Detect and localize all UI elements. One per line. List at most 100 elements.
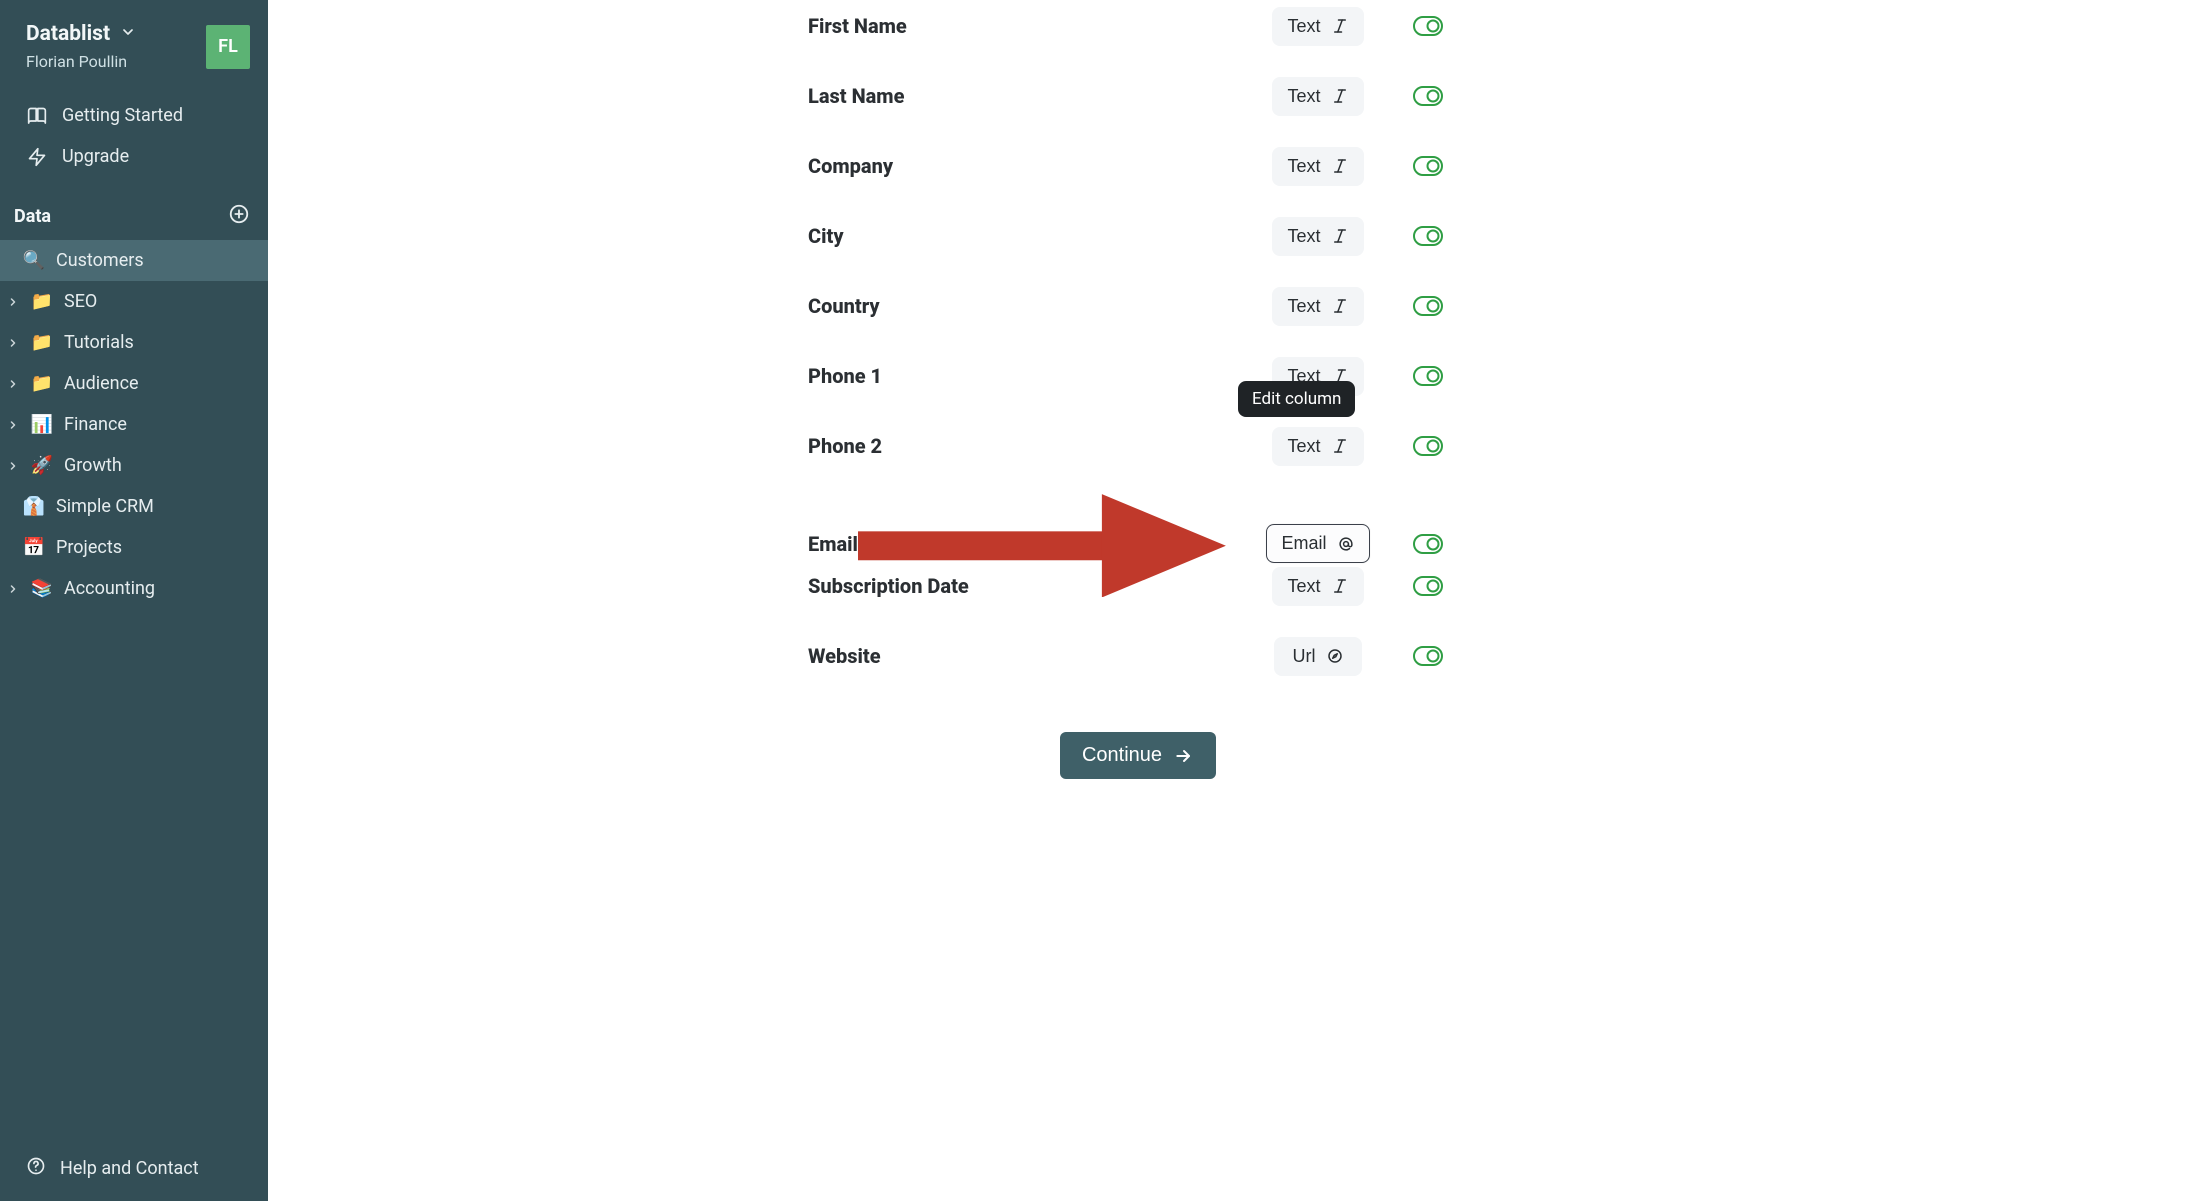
field-label: Website — [808, 644, 881, 668]
field-type-label: Text — [1287, 436, 1320, 457]
include-toggle[interactable] — [1388, 156, 1468, 176]
include-toggle[interactable] — [1388, 366, 1468, 386]
data-list: 🔍Customers📁SEO📁Tutorials📁Audience📊Financ… — [0, 240, 268, 609]
arrow-right-icon — [1174, 746, 1194, 766]
sidebar-item-growth[interactable]: 🚀 Growth — [0, 445, 268, 486]
field-type-label: Text — [1287, 296, 1320, 317]
collection-emoji-icon: 👔 — [22, 498, 46, 516]
collection-emoji-icon: 📁 — [30, 293, 54, 311]
sidebar-item-label: Simple CRM — [56, 496, 154, 517]
italic-text-icon — [1331, 17, 1349, 35]
continue-button[interactable]: Continue — [1060, 732, 1216, 779]
field-type-cell: Text — [1248, 77, 1388, 116]
field-type-cell: Email — [1248, 524, 1388, 563]
include-toggle[interactable] — [1388, 436, 1468, 456]
sidebar-item-label: Audience — [64, 373, 139, 394]
collection-emoji-icon: 📁 — [30, 375, 54, 393]
field-type-button[interactable]: Text — [1272, 427, 1363, 466]
field-row: EmailEmail — [808, 490, 1748, 542]
field-label-cell: Last Name — [808, 84, 1248, 108]
field-type-button[interactable]: Text — [1272, 287, 1363, 326]
sidebar-item-label: Tutorials — [64, 332, 134, 353]
field-row: Website Url — [808, 630, 1748, 682]
sidebar-item-finance[interactable]: 📊Finance — [0, 404, 268, 445]
collection-emoji-icon: 📅 — [22, 539, 46, 557]
chevron-right-icon[interactable] — [6, 460, 20, 472]
italic-text-icon — [1331, 437, 1349, 455]
workspace-name: Datablist — [26, 22, 110, 46]
chevron-right-icon[interactable] — [6, 583, 20, 595]
compass-icon — [1326, 647, 1344, 665]
italic-text-icon — [1331, 577, 1349, 595]
sidebar-item-seo[interactable]: 📁SEO — [0, 281, 268, 322]
workspace-name-row: Datablist — [26, 22, 136, 46]
include-toggle[interactable] — [1388, 646, 1468, 666]
nav-getting-started[interactable]: Getting Started — [0, 95, 268, 136]
help-circle-icon — [26, 1156, 46, 1181]
field-type-button[interactable]: Text — [1272, 147, 1363, 186]
sidebar: Datablist Florian Poullin FL Getting Sta… — [0, 0, 268, 1201]
field-type-label: Email — [1281, 533, 1326, 554]
field-type-button[interactable]: Text — [1272, 217, 1363, 256]
field-label: Subscription Date — [808, 574, 969, 598]
main: First NameTextLast NameTextCompanyTextCi… — [268, 0, 2191, 1201]
field-type-label: Text — [1287, 16, 1320, 37]
nav-item-label: Getting Started — [62, 105, 183, 126]
collection-emoji-icon: 🔍 — [22, 252, 46, 270]
field-type-label: Text — [1287, 156, 1320, 177]
field-type-cell: Text — [1248, 567, 1388, 606]
field-type-button[interactable]: Url — [1274, 637, 1362, 676]
italic-text-icon — [1331, 227, 1349, 245]
sidebar-item-audience[interactable]: 📁 Audience — [0, 363, 268, 404]
chevron-right-icon[interactable] — [6, 378, 20, 390]
field-type-button[interactable]: Text — [1272, 77, 1363, 116]
field-label: Country — [808, 294, 880, 318]
field-type-label: Text — [1287, 576, 1320, 597]
sidebar-item-simple-crm[interactable]: 👔 Simple CRM — [0, 486, 268, 527]
field-type-button[interactable]: Email — [1266, 524, 1369, 563]
chevron-right-icon[interactable] — [6, 419, 20, 431]
field-row: CompanyText — [808, 140, 1748, 192]
nav-primary: Getting Started Upgrade — [0, 95, 268, 177]
collection-emoji-icon: 🚀 — [30, 457, 54, 475]
field-mapping-list: First NameTextLast NameTextCompanyTextCi… — [808, 0, 1748, 682]
field-label: First Name — [808, 14, 907, 38]
collection-emoji-icon: 📁 — [30, 334, 54, 352]
sidebar-footer[interactable]: Help and Contact — [0, 1142, 268, 1201]
chevron-right-icon[interactable] — [6, 337, 20, 349]
sidebar-item-projects[interactable]: 📅 Projects — [0, 527, 268, 568]
sidebar-item-tutorials[interactable]: 📁 Tutorials — [0, 322, 268, 363]
italic-text-icon — [1331, 157, 1349, 175]
include-toggle[interactable] — [1388, 226, 1468, 246]
sidebar-item-customers[interactable]: 🔍Customers — [0, 240, 268, 281]
field-row: Country Text — [808, 280, 1748, 332]
continue-wrap: Continue — [808, 732, 1468, 779]
field-type-label: Url — [1293, 646, 1316, 667]
sidebar-item-label: Growth — [64, 455, 122, 476]
chevron-right-icon[interactable] — [6, 296, 20, 308]
field-label: Email — [808, 532, 858, 556]
add-collection-button[interactable] — [228, 203, 250, 230]
at-icon — [1337, 535, 1355, 553]
include-toggle[interactable] — [1388, 16, 1468, 36]
field-label-cell: Subscription Date — [808, 574, 1248, 598]
field-label-cell: Website — [808, 644, 1248, 668]
include-toggle[interactable] — [1388, 86, 1468, 106]
workspace-switcher[interactable]: Datablist Florian Poullin FL — [0, 14, 268, 77]
sidebar-item-accounting[interactable]: 📚Accounting — [0, 568, 268, 609]
nav-item-label: Upgrade — [62, 146, 129, 167]
field-type-button[interactable]: Text — [1272, 567, 1363, 606]
field-label: City — [808, 224, 844, 248]
include-toggle[interactable] — [1388, 534, 1468, 554]
workspace-user: Florian Poullin — [26, 52, 136, 71]
include-toggle[interactable] — [1388, 296, 1468, 316]
field-type-button[interactable]: Text — [1272, 7, 1363, 46]
field-row: Subscription Date Text — [808, 560, 1748, 612]
avatar[interactable]: FL — [206, 25, 250, 69]
nav-upgrade[interactable]: Upgrade — [0, 136, 268, 177]
sidebar-item-label: Projects — [56, 537, 122, 558]
field-label: Phone 1 — [808, 364, 882, 388]
include-toggle[interactable] — [1388, 576, 1468, 596]
bolt-icon — [26, 147, 48, 167]
field-label-cell: Phone 1 — [808, 364, 1248, 388]
